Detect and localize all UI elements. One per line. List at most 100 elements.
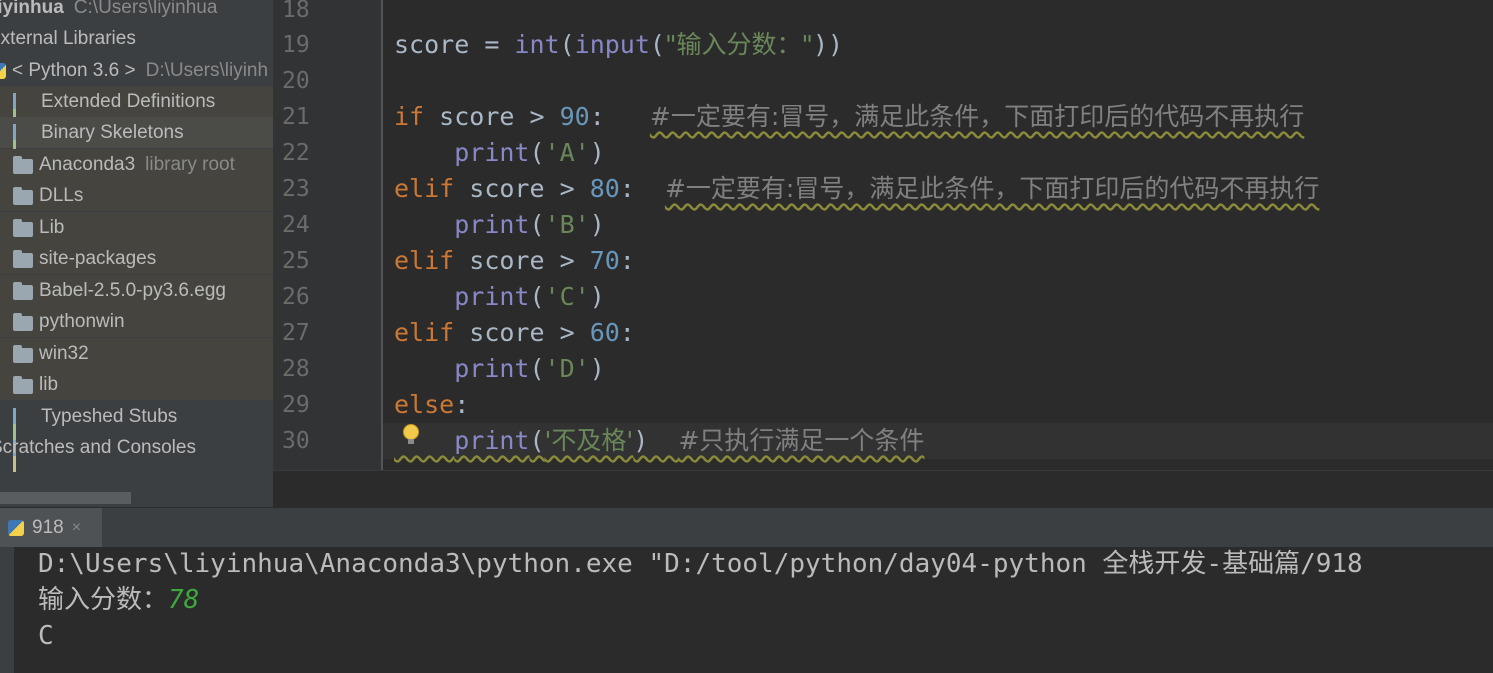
folder-icon <box>13 312 33 331</box>
line-number: 21 <box>282 104 310 130</box>
punct: ) <box>589 354 605 383</box>
tree-item-hint: library root <box>145 153 235 175</box>
builtin: print <box>454 426 530 455</box>
lightbulb-icon[interactable] <box>404 425 418 444</box>
run-tab-918[interactable]: 918 × <box>0 508 102 548</box>
code-line-27[interactable]: elif score > 60: <box>394 315 635 351</box>
string-literal: "输入分数：" <box>664 30 813 59</box>
tree-item-label: lib <box>39 373 59 395</box>
builtin: print <box>454 354 530 383</box>
punct: ( <box>559 30 575 59</box>
console-user-input: 78 <box>168 585 200 615</box>
tree-item-anaconda3[interactable]: Anaconda3 library root <box>0 149 273 180</box>
library-icon <box>13 92 35 157</box>
line-number: 20 <box>282 68 310 94</box>
tree-item-label: Binary Skeletons <box>41 121 184 143</box>
tree-item-python-sdk[interactable]: < Python 3.6 > D:\Users\liyinh <box>0 55 268 86</box>
number-literal: 80 <box>589 174 620 203</box>
console-prompt-line: 输入分数：78 <box>38 582 199 618</box>
string-literal: 'D' <box>544 354 590 383</box>
keyword: elif <box>394 174 455 203</box>
tree-item-label: Typeshed Stubs <box>41 405 178 427</box>
expression: score > <box>454 246 590 275</box>
line-number: 29 <box>282 392 310 418</box>
tree-item-label: External Libraries <box>0 27 136 49</box>
tree-item-dlls[interactable]: DLLs <box>0 180 273 211</box>
comment: #一定要有:冒号，满足此条件，下面打印后的代码不再执行 <box>664 174 1320 203</box>
expression: score > <box>454 318 590 347</box>
number-literal: 90 <box>559 102 590 131</box>
editor-bottom-area <box>273 470 1493 508</box>
tree-item-external-libraries[interactable]: External Libraries <box>0 23 261 54</box>
tree-item-label: liyinhua <box>0 0 64 18</box>
tree-item-lib-lower[interactable]: lib <box>0 369 273 400</box>
punct: ) <box>589 282 605 311</box>
tree-horizontal-scrollbar[interactable] <box>0 492 131 504</box>
code-line-21[interactable]: if score > 90: #一定要有:冒号，满足此条件，下面打印后的代码不再… <box>394 99 1304 135</box>
line-number: 30 <box>282 428 310 454</box>
string-literal: 'B' <box>544 210 590 239</box>
tree-item-babel-egg[interactable]: Babel-2.5.0-py3.6.egg <box>0 275 273 306</box>
keyword: else <box>394 390 455 419</box>
operator: = <box>469 30 515 59</box>
punct: ( <box>649 30 665 59</box>
tree-item-hint: C:\Users\liyinhua <box>73 0 218 18</box>
code-line-23[interactable]: elif score > 80: #一定要有:冒号，满足此条件，下面打印后的代码… <box>394 171 1319 207</box>
keyword: elif <box>394 246 455 275</box>
code-line-24[interactable]: print('B') <box>394 207 605 243</box>
punct: ) <box>589 210 605 239</box>
comment: #只执行满足一个条件 <box>678 426 925 455</box>
code-line-29[interactable]: else: <box>394 387 469 423</box>
library-icon <box>13 407 35 472</box>
code-line-26[interactable]: print('C') <box>394 279 605 315</box>
number-literal: 60 <box>589 318 620 347</box>
folder-icon <box>13 281 33 300</box>
tree-item-label: Babel-2.5.0-py3.6.egg <box>39 279 226 301</box>
code-line-22[interactable]: print('A') <box>394 135 605 171</box>
python-icon <box>8 520 24 536</box>
punct: ( <box>529 354 545 383</box>
line-number: 18 <box>282 0 310 23</box>
line-number: 23 <box>282 176 310 202</box>
builtin: print <box>454 282 530 311</box>
tree-item-lib[interactable]: Lib <box>0 212 273 243</box>
string-literal: '不及格' <box>544 426 634 455</box>
punct: : <box>619 246 635 275</box>
tree-item-win32[interactable]: win32 <box>0 338 273 369</box>
tree-item-extended-definitions[interactable]: Extended Definitions <box>0 86 273 157</box>
tree-item-label: < Python 3.6 > <box>12 59 136 81</box>
console-text: D:\Users\liyinhua\Anaconda3\python.exe "… <box>38 549 1363 579</box>
builtin: print <box>454 210 530 239</box>
folder-icon <box>13 375 33 394</box>
tree-item-typeshed-stubs[interactable]: Typeshed Stubs <box>0 401 273 472</box>
punct: ( <box>529 282 545 311</box>
tree-item-label: DLLs <box>39 184 84 206</box>
tree-item-pythonwin[interactable]: pythonwin <box>0 306 273 337</box>
code-line-30[interactable]: print('不及格') #只执行满足一个条件 <box>383 423 1493 459</box>
console-result: C <box>38 621 54 651</box>
code-line-25[interactable]: elif score > 70: <box>394 243 635 279</box>
punct: ) <box>589 138 605 167</box>
expression: score > <box>454 174 590 203</box>
punct: ) <box>633 426 679 455</box>
console-command-line: D:\Users\liyinhua\Anaconda3\python.exe "… <box>38 546 1363 582</box>
tree-item-label: Extended Definitions <box>41 90 216 112</box>
tree-item-scratches[interactable]: Scratches and Consoles <box>0 432 263 463</box>
tree-item-project-root[interactable]: liyinhua C:\Users\liyinhua <box>0 0 265 23</box>
code-line-28[interactable]: print('D') <box>394 351 605 387</box>
folder-icon <box>13 344 33 363</box>
folder-icon <box>13 155 33 174</box>
punct: : <box>619 318 635 347</box>
code-line-19[interactable]: score = int(input("输入分数：")) <box>394 27 843 63</box>
tree-item-binary-skeletons[interactable]: Binary Skeletons <box>0 117 273 188</box>
keyword: if <box>394 102 425 131</box>
tree-item-label: site-packages <box>39 247 157 269</box>
library-icon <box>13 123 35 188</box>
run-tab-label: 918 <box>32 517 64 538</box>
close-icon[interactable]: × <box>72 519 81 537</box>
folder-icon <box>13 218 33 237</box>
line-number: 25 <box>282 248 310 274</box>
tree-item-site-packages[interactable]: site-packages <box>0 243 273 274</box>
